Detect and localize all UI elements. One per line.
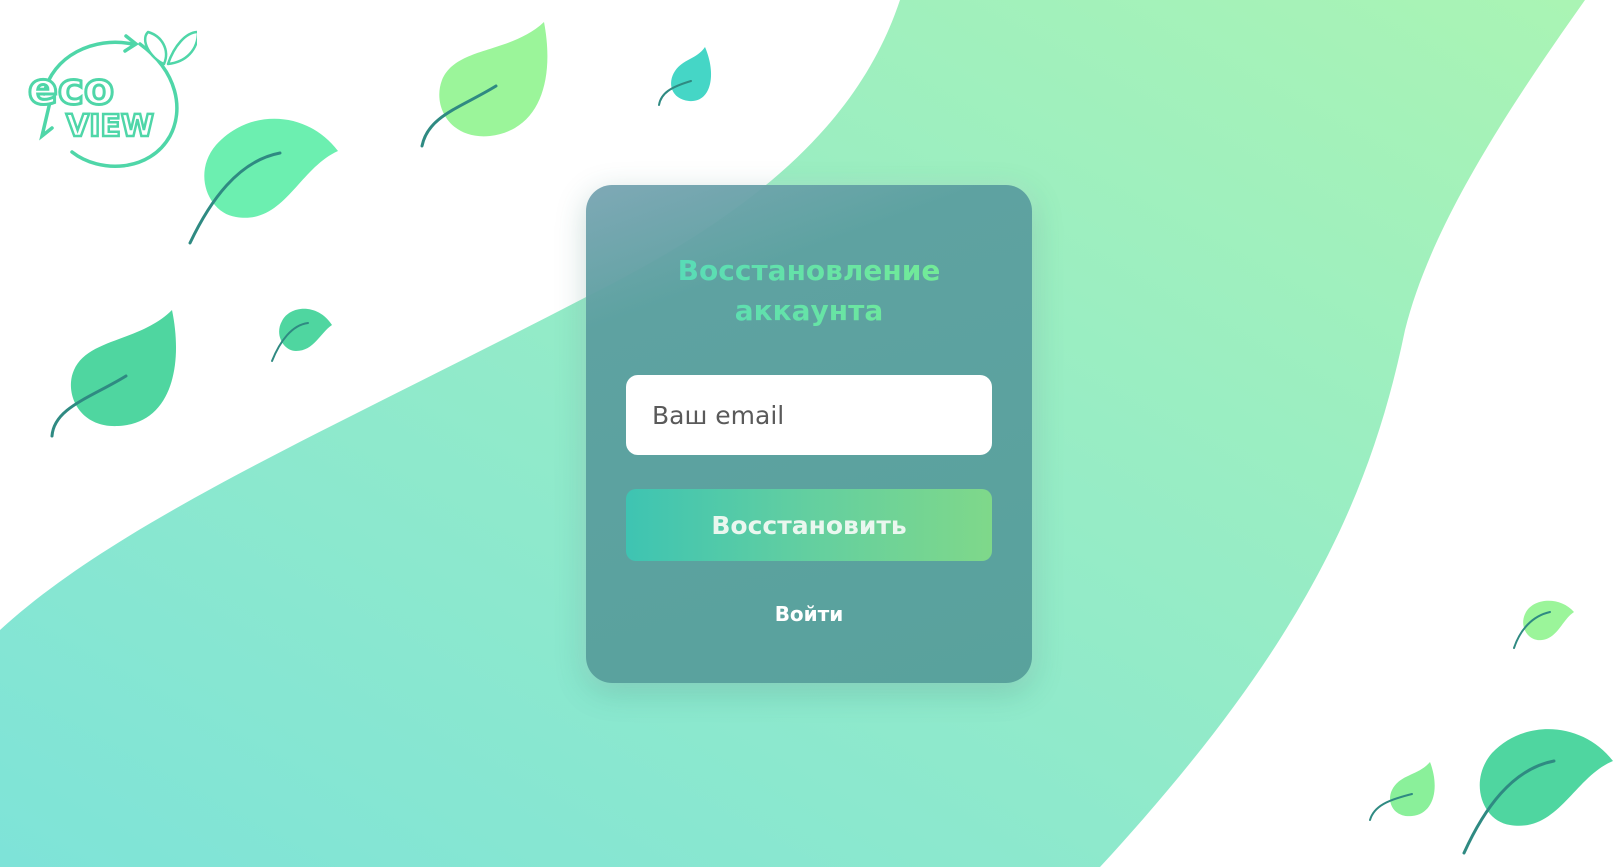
login-link[interactable]: Войти [586,602,1032,626]
restore-button[interactable]: Восстановить [626,489,992,561]
page: eco VIEW Восстановление аккаунта Ваш ema… [0,0,1613,867]
leaf-icon [188,118,338,245]
leaf-icon [420,22,548,148]
email-input[interactable] [626,375,992,455]
logo-text-bottom: VIEW [66,109,154,144]
card-title: Восстановление аккаунта [586,251,1032,331]
leaf-icon [658,47,712,106]
ecoview-logo: eco VIEW [22,24,200,174]
leaf-icon [271,308,332,362]
leaf-icon [1513,600,1574,649]
leaf-icon [1462,729,1613,855]
leaf-icon [1369,762,1435,821]
leaf-icon [50,310,177,438]
logo-text-top: eco [28,64,114,115]
recovery-card: Восстановление аккаунта Восстановить Вой… [586,185,1032,683]
